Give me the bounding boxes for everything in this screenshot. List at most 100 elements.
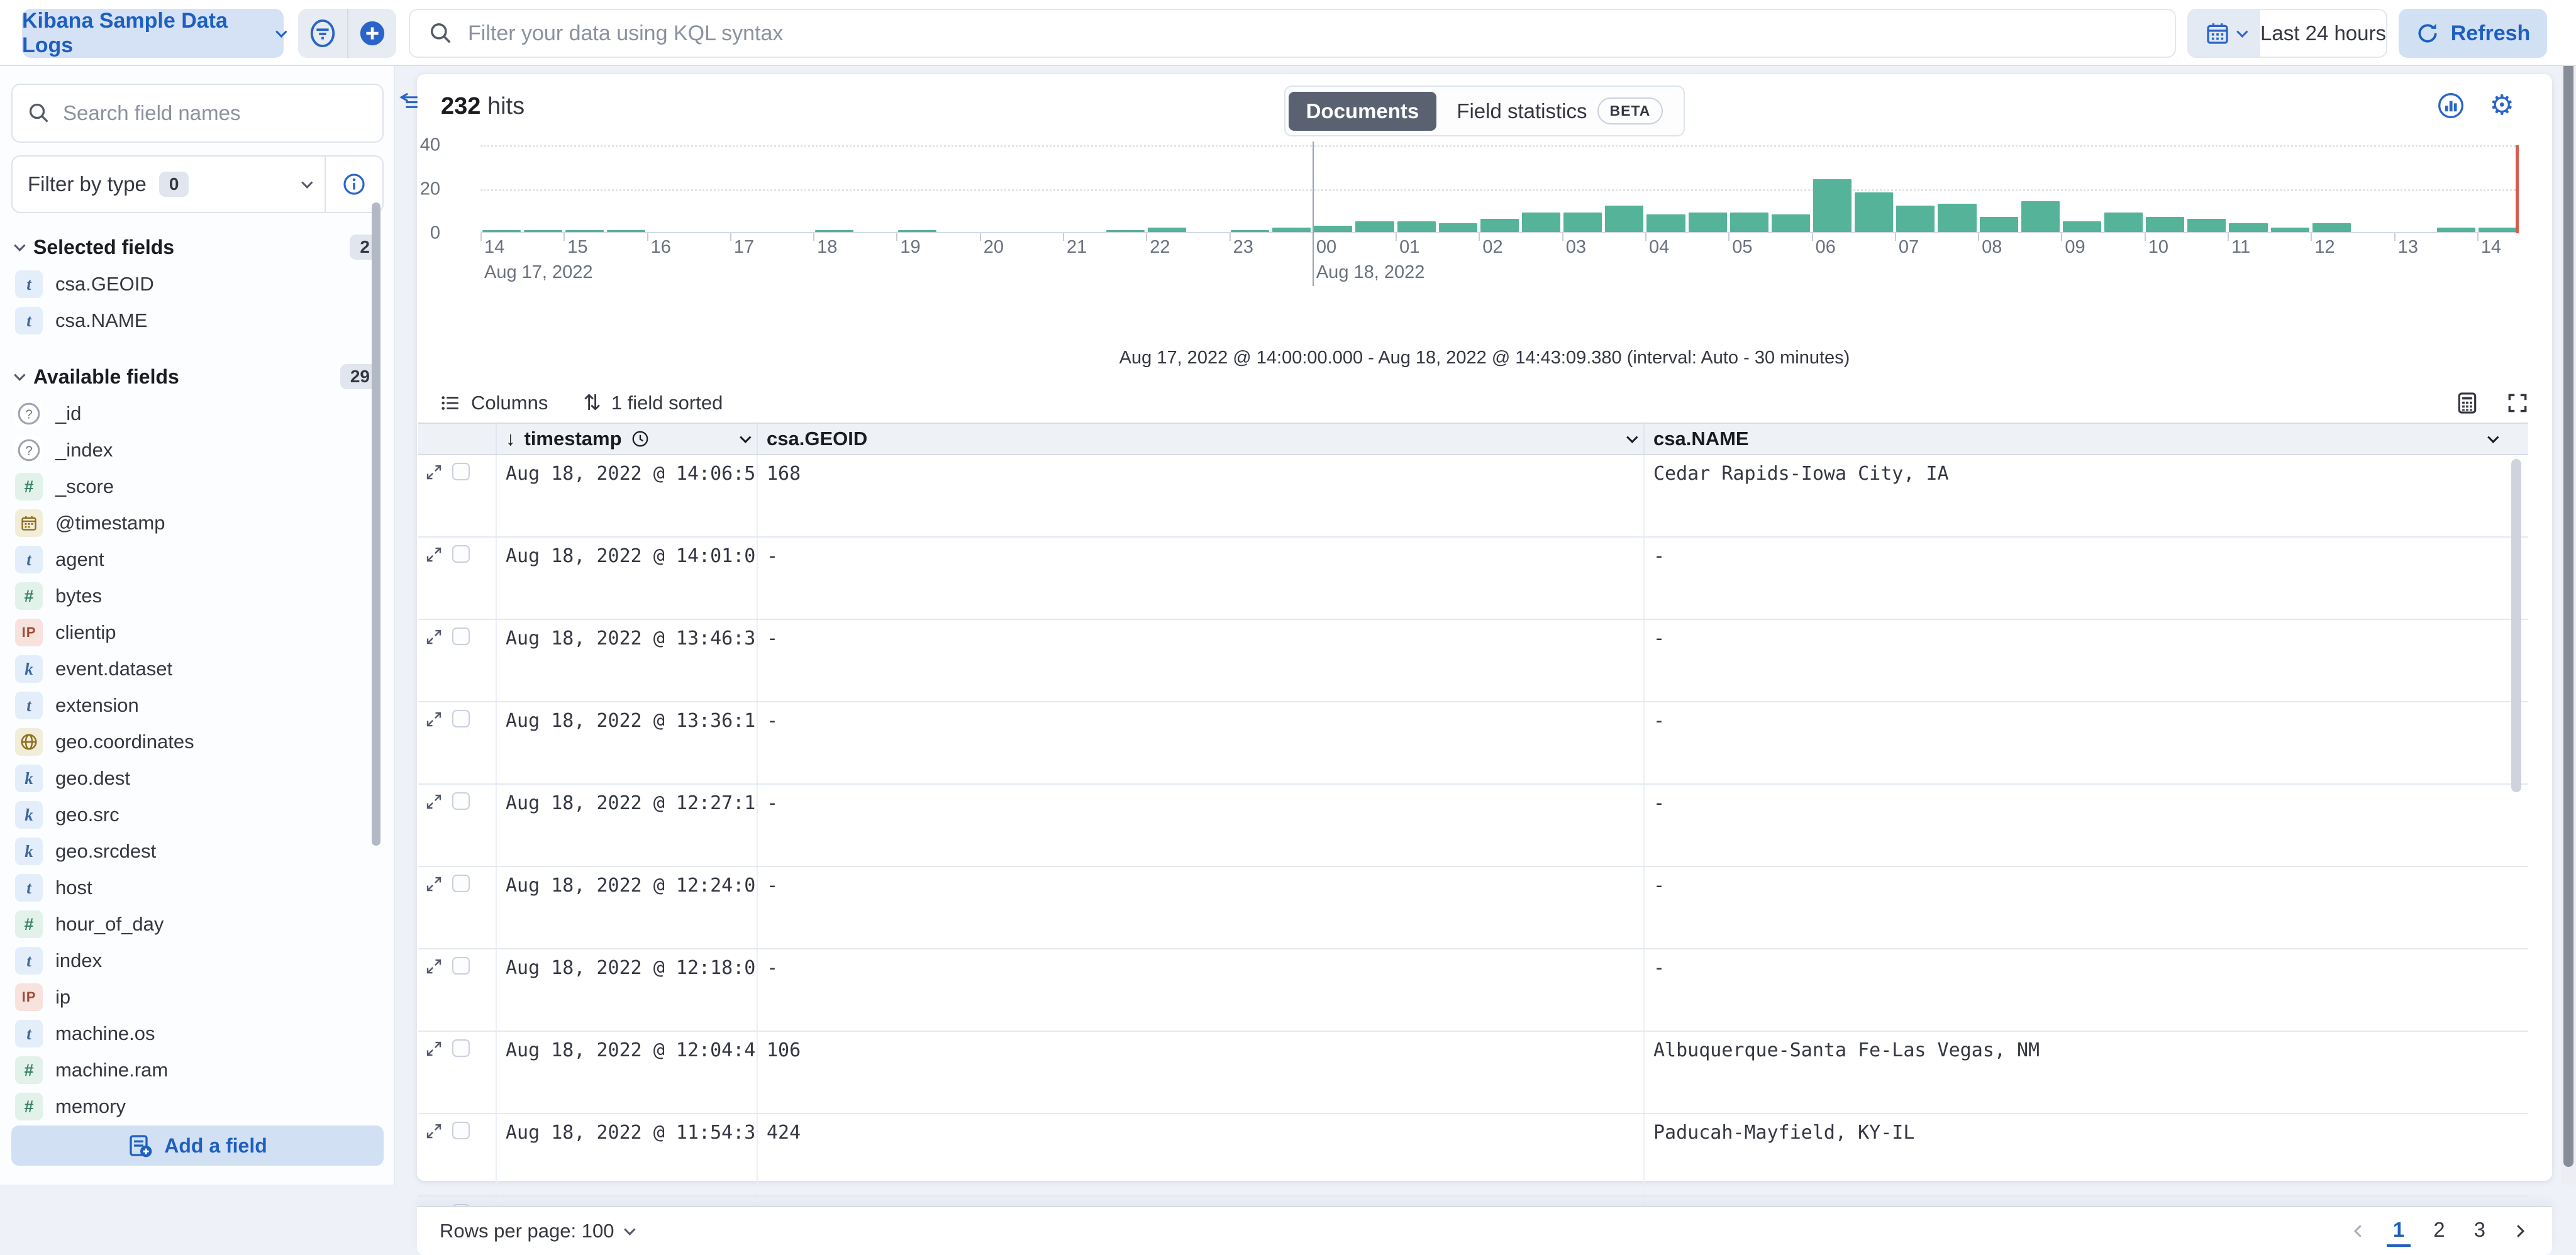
field-item-ip[interactable]: IPip [11, 979, 382, 1015]
histogram-bucket[interactable] [1562, 145, 1604, 232]
tab-documents[interactable]: Documents [1289, 92, 1437, 131]
row-checkbox[interactable] [452, 545, 470, 563]
quick-time-menu-button[interactable] [2189, 10, 2260, 57]
field-item-_score[interactable]: #_score [11, 468, 382, 505]
histogram-bucket[interactable] [2102, 145, 2144, 232]
histogram-bucket[interactable] [1230, 145, 1271, 232]
histogram-bucket[interactable] [1521, 145, 1562, 232]
timestamp-cell[interactable]: Aug 18, 2022 @ 11:39:27.996 [497, 1197, 758, 1206]
expand-row-button[interactable] [425, 710, 443, 729]
row-checkbox[interactable] [452, 1122, 470, 1139]
next-page-button[interactable] [2511, 1222, 2529, 1241]
timestamp-cell[interactable]: Aug 18, 2022 @ 14:01:05.297 [497, 538, 758, 619]
histogram-bucket[interactable] [1479, 145, 1520, 232]
csa-geoid-cell[interactable]: - [758, 538, 1645, 619]
fullscreen-button[interactable] [2506, 391, 2529, 415]
timestamp-cell[interactable]: Aug 18, 2022 @ 12:18:06.737 [497, 949, 758, 1031]
add-filter-button[interactable] [347, 9, 396, 58]
timestamp-cell[interactable]: Aug 18, 2022 @ 12:24:06.875 [497, 867, 758, 948]
histogram-bucket[interactable] [1021, 145, 1063, 232]
histogram-bucket[interactable] [2311, 145, 2352, 232]
histogram-bucket[interactable] [1645, 145, 1687, 232]
grid-settings-button[interactable]: ⚙ [2490, 92, 2514, 119]
page-scrollbar-track[interactable] [2561, 0, 2576, 1185]
histogram-bucket[interactable] [2228, 145, 2269, 232]
histogram-bucket[interactable] [938, 145, 980, 232]
filter-by-type-button[interactable]: Filter by type 0 [13, 157, 325, 212]
page-number-1[interactable]: 1 [2387, 1215, 2411, 1247]
histogram-bucket[interactable] [2477, 145, 2519, 232]
field-item-geo.src[interactable]: kgeo.src [11, 797, 382, 833]
timestamp-cell[interactable]: Aug 18, 2022 @ 14:06:51.816 [497, 455, 758, 536]
expand-row-button[interactable] [425, 1122, 443, 1141]
grid-scrollbar[interactable] [2511, 459, 2521, 792]
rows-per-page-button[interactable]: Rows per page: 100 [440, 1220, 632, 1242]
field-item-clientip[interactable]: IPclientip [11, 614, 382, 651]
histogram-bucket[interactable] [1271, 145, 1313, 232]
row-checkbox[interactable] [452, 628, 470, 645]
field-item-agent[interactable]: tagent [11, 541, 382, 578]
histogram-bucket[interactable] [2269, 145, 2311, 232]
histogram-bucket[interactable] [1396, 145, 1437, 232]
columns-menu-button[interactable]: Columns [440, 392, 548, 414]
csa-name-cell[interactable]: - [1645, 949, 2504, 1031]
histogram-bucket[interactable] [1187, 145, 1229, 232]
sidebar-scrollbar[interactable] [372, 202, 380, 846]
histogram-bucket[interactable] [647, 145, 689, 232]
add-field-button[interactable]: Add a field [11, 1125, 384, 1166]
field-item-geo.srcdest[interactable]: kgeo.srcdest [11, 833, 382, 870]
histogram-chart[interactable]: 4020014151617181920212223000102030405060… [480, 145, 2519, 233]
histogram-bucket[interactable] [2436, 145, 2477, 232]
expand-row-button[interactable] [425, 628, 443, 646]
csa-geoid-cell[interactable]: - [758, 867, 1645, 948]
csa-name-cell[interactable]: Paducah-Mayfield, KY-IL [1645, 1114, 2504, 1195]
page-scrollbar-thumb[interactable] [2563, 5, 2573, 1167]
expand-row-button[interactable] [425, 792, 443, 811]
histogram-bucket[interactable] [1104, 145, 1146, 232]
histogram-bucket[interactable] [1853, 145, 1895, 232]
histogram-bucket[interactable] [1770, 145, 1811, 232]
time-range-value-button[interactable]: Last 24 hours [2260, 10, 2386, 57]
column-header-csa-name[interactable]: csa.NAME [1645, 424, 2504, 454]
field-item-host[interactable]: thost [11, 870, 382, 906]
row-checkbox[interactable] [452, 710, 470, 727]
histogram-bucket[interactable] [1978, 145, 2019, 232]
row-checkbox[interactable] [452, 1039, 470, 1057]
field-item-bytes[interactable]: #bytes [11, 578, 382, 614]
csa-geoid-cell[interactable]: 106 [758, 1032, 1645, 1113]
histogram-bucket[interactable] [1812, 145, 1853, 232]
field-item-_index[interactable]: ?_index [11, 432, 382, 468]
histogram-bucket[interactable] [1146, 145, 1187, 232]
histogram-bucket[interactable] [772, 145, 813, 232]
timestamp-cell[interactable]: Aug 18, 2022 @ 12:04:41.998 [497, 1032, 758, 1113]
histogram-bucket[interactable] [813, 145, 855, 232]
sort-fields-button[interactable]: ⇅ 1 field sorted [583, 390, 723, 416]
column-actions-chevron-icon[interactable] [1626, 431, 1638, 443]
field-item-extension[interactable]: textension [11, 687, 382, 724]
chart-options-button[interactable] [2437, 92, 2465, 119]
csa-geoid-cell[interactable]: 424 [758, 1114, 1645, 1195]
histogram-bucket[interactable] [1604, 145, 1645, 232]
field-item-memory[interactable]: #memory [11, 1088, 382, 1125]
refresh-button[interactable]: Refresh [2399, 9, 2547, 58]
field-item-geo.dest[interactable]: kgeo.dest [11, 760, 382, 797]
histogram-bucket[interactable] [1313, 145, 1354, 232]
row-checkbox[interactable] [452, 792, 470, 810]
dataview-picker-button[interactable]: Kibana Sample Data Logs [22, 9, 284, 58]
histogram-bucket[interactable] [2186, 145, 2228, 232]
csa-name-cell[interactable]: Cedar Rapids-Iowa City, IA [1645, 455, 2504, 536]
histogram-bucket[interactable] [1354, 145, 1396, 232]
csa-name-cell[interactable]: Albuquerque-Santa Fe-Las Vegas, NM [1645, 1032, 2504, 1113]
page-number-2[interactable]: 2 [2427, 1215, 2451, 1247]
row-checkbox[interactable] [452, 875, 470, 892]
histogram-bucket[interactable] [480, 145, 522, 232]
column-header-csa-geoid[interactable]: csa.GEOID [758, 424, 1645, 454]
histogram-bucket[interactable] [1437, 145, 1479, 232]
expand-row-button[interactable] [425, 1039, 443, 1058]
csa-geoid-cell[interactable]: - [758, 785, 1645, 866]
field-item-machine.os[interactable]: tmachine.os [11, 1015, 382, 1052]
histogram-bucket[interactable] [896, 145, 938, 232]
histogram-bucket[interactable] [605, 145, 647, 232]
timestamp-cell[interactable]: Aug 18, 2022 @ 13:36:12.692 [497, 702, 758, 783]
column-header-timestamp[interactable]: ↓ timestamp [497, 424, 758, 454]
